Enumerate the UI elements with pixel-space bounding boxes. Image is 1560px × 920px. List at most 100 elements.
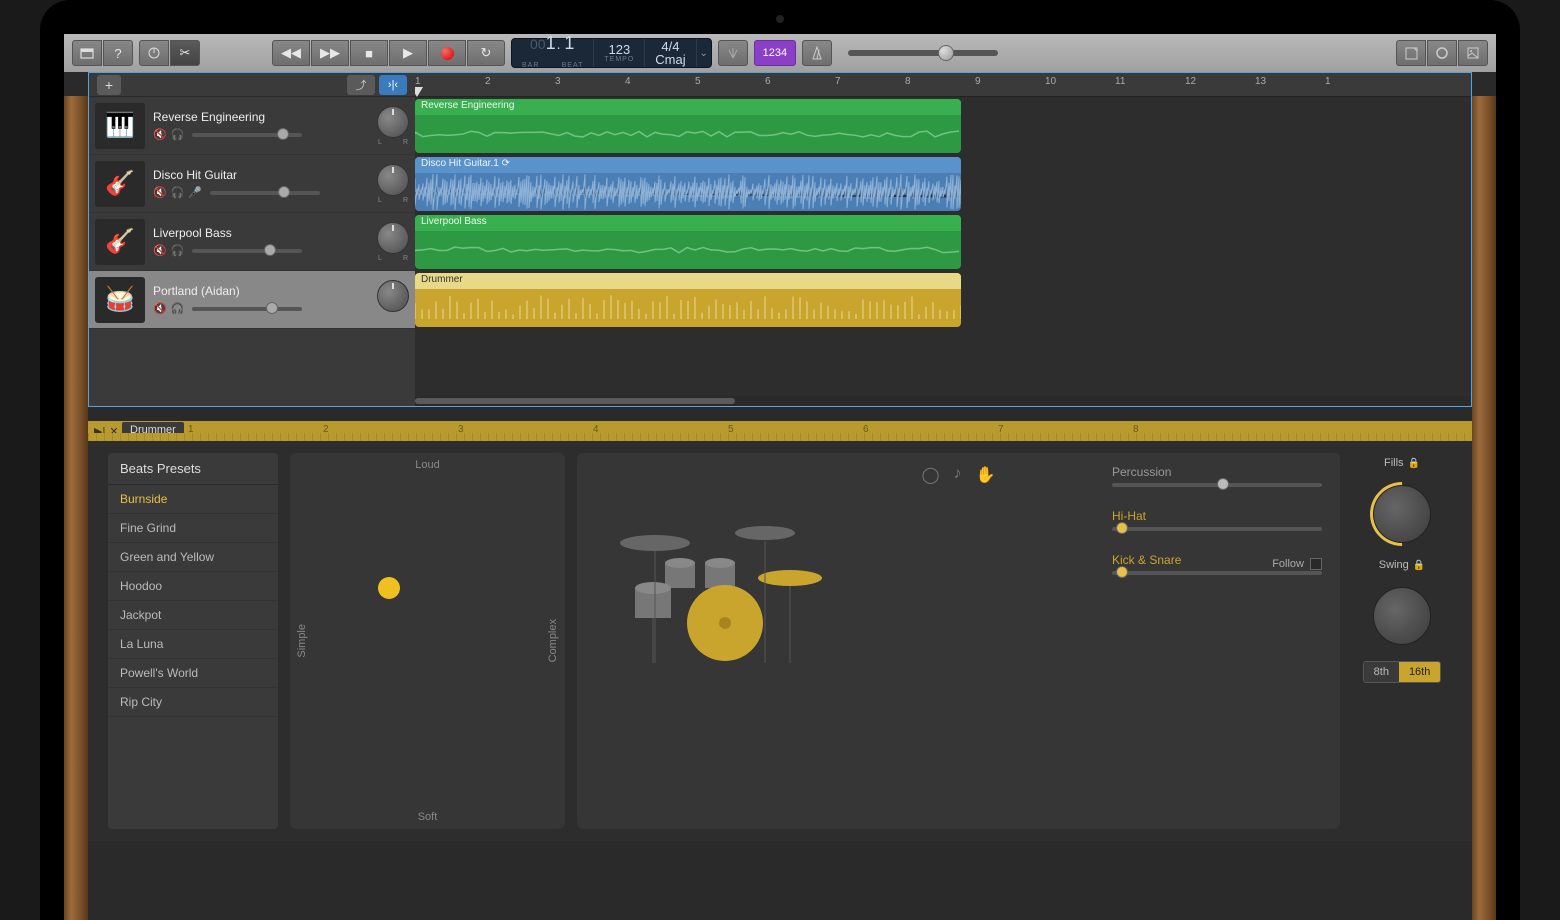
quant-16th[interactable]: 16th xyxy=(1399,662,1440,682)
pan-knob[interactable] xyxy=(377,164,409,196)
xy-pad[interactable]: Loud Soft Simple Complex xyxy=(290,453,565,829)
track-name: Reverse Engineering xyxy=(153,110,369,124)
fills-knob[interactable] xyxy=(1373,485,1431,543)
lcd-key[interactable]: Cmaj xyxy=(655,53,685,66)
track-header[interactable]: 🎹 Reverse Engineering 🔇 🎧 LR xyxy=(89,97,415,155)
track-header[interactable]: 🎸 Disco Hit Guitar 🔇 🎧 🎤 LR xyxy=(89,155,415,213)
preset-item[interactable]: Fine Grind xyxy=(108,514,278,543)
preset-item[interactable]: La Luna xyxy=(108,630,278,659)
ruler-mark: 2 xyxy=(485,76,491,87)
master-volume-slider[interactable] xyxy=(848,50,998,56)
knobs-panel: Fills🔒 Swing🔒 8th 16th xyxy=(1352,453,1452,829)
ruler-mark: 3 xyxy=(555,76,561,87)
loop-browser-button[interactable] xyxy=(1427,40,1457,66)
solo-button[interactable]: 🎧 xyxy=(171,186,185,199)
percussion-slider[interactable] xyxy=(1112,483,1322,487)
metronome-button[interactable] xyxy=(802,40,832,66)
region[interactable]: Reverse Engineering xyxy=(415,99,961,153)
input-monitor-button[interactable]: 🎤 xyxy=(188,186,202,199)
tuner-button[interactable] xyxy=(718,40,748,66)
preset-item[interactable]: Green and Yellow xyxy=(108,543,278,572)
kicksnare-label: Kick & Snare xyxy=(1112,553,1181,567)
preset-item[interactable]: Powell's World xyxy=(108,659,278,688)
preset-item[interactable]: Rip City xyxy=(108,688,278,717)
xy-label-loud: Loud xyxy=(415,459,439,471)
shaker-icon[interactable]: ♪ xyxy=(953,465,961,485)
xy-label-complex: Complex xyxy=(547,619,559,662)
preset-item[interactable]: Burnside xyxy=(108,485,278,514)
pan-knob[interactable] xyxy=(377,280,409,312)
lock-icon[interactable]: 🔒 xyxy=(1408,458,1420,469)
preset-item[interactable]: Jackpot xyxy=(108,601,278,630)
track-headers: + ⤴ ›|‹ 🎹 Reverse Engineering 🔇 🎧 xyxy=(89,73,415,406)
percussion-label: Percussion xyxy=(1112,465,1322,479)
handclap-icon[interactable]: ✋ xyxy=(975,465,995,485)
ruler-mark: 10 xyxy=(1045,76,1056,87)
pan-knob[interactable] xyxy=(377,222,409,254)
follow-checkbox[interactable] xyxy=(1310,558,1322,570)
timeline-area[interactable]: 123456789101112131 Reverse EngineeringDi… xyxy=(415,73,1471,406)
add-track-button[interactable]: + xyxy=(97,75,121,95)
lcd-menu-icon[interactable]: ⌄ xyxy=(697,39,711,67)
ruler-mark: 11 xyxy=(1115,76,1125,87)
region[interactable]: Disco Hit Guitar.1 ⟳ xyxy=(415,157,961,211)
track-volume-slider[interactable] xyxy=(192,307,302,311)
cycle-button[interactable]: ↻ xyxy=(467,40,505,66)
kicksnare-slider[interactable] xyxy=(1112,571,1322,575)
solo-button[interactable]: 🎧 xyxy=(171,302,185,315)
xy-label-simple: Simple xyxy=(296,624,308,658)
mute-button[interactable]: 🔇 xyxy=(153,186,167,199)
playhead-icon[interactable] xyxy=(415,87,423,97)
region-label: Liverpool Bass xyxy=(415,215,961,231)
region-label: Drummer xyxy=(415,273,961,289)
editors-button[interactable]: ✂ xyxy=(170,40,200,66)
ruler-mark: 1 xyxy=(1325,76,1331,87)
track-volume-slider[interactable] xyxy=(192,133,302,137)
region[interactable]: Liverpool Bass xyxy=(415,215,961,269)
pan-knob[interactable] xyxy=(377,106,409,138)
mute-button[interactable]: 🔇 xyxy=(153,128,167,141)
track-header[interactable]: 🎸 Liverpool Bass 🔇 🎧 LR xyxy=(89,213,415,271)
library-button[interactable] xyxy=(72,40,102,66)
mute-button[interactable]: 🔇 xyxy=(153,302,167,315)
mute-button[interactable]: 🔇 xyxy=(153,244,167,257)
solo-button[interactable]: 🎧 xyxy=(171,244,185,257)
automation-toggle[interactable]: ⤴ xyxy=(347,75,375,95)
preset-item[interactable]: Hoodoo xyxy=(108,572,278,601)
lcd-beat: 1 xyxy=(564,34,575,53)
lcd-tempo[interactable]: 123 xyxy=(609,43,631,56)
media-browser-button[interactable] xyxy=(1458,40,1488,66)
catch-playhead-button[interactable]: ›|‹ xyxy=(379,75,407,95)
forward-button[interactable]: ▶▶ xyxy=(311,40,349,66)
camera-dot xyxy=(776,15,784,23)
rewind-button[interactable]: ◀◀ xyxy=(272,40,310,66)
editor-ruler[interactable]: ▶| ✕ Drummer 12345678 xyxy=(88,421,1472,441)
track-header[interactable]: 🥁 Portland (Aidan) 🔇 🎧 LR xyxy=(89,271,415,329)
horizontal-scrollbar[interactable] xyxy=(415,396,1471,406)
region[interactable]: Drummer xyxy=(415,273,961,327)
stop-button[interactable]: ■ xyxy=(350,40,388,66)
notepad-button[interactable] xyxy=(1396,40,1426,66)
swing-knob[interactable] xyxy=(1373,587,1431,645)
play-button[interactable]: ▶ xyxy=(389,40,427,66)
drumkit-graphic[interactable] xyxy=(595,493,835,673)
quant-8th[interactable]: 8th xyxy=(1364,662,1399,682)
smart-controls-button[interactable] xyxy=(139,40,169,66)
solo-button[interactable]: 🎧 xyxy=(171,128,185,141)
quantize-toggle[interactable]: 8th 16th xyxy=(1363,661,1442,683)
count-in-button[interactable]: 1234 xyxy=(754,40,796,66)
lcd-display[interactable]: 001. 1 BAR BEAT 123 TEMPO 4/4 Cmaj ⌄ xyxy=(511,38,712,68)
region-label: Reverse Engineering xyxy=(415,99,961,115)
track-volume-slider[interactable] xyxy=(192,249,302,253)
record-button[interactable] xyxy=(428,40,466,66)
hihat-slider[interactable] xyxy=(1112,527,1322,531)
lock-icon[interactable]: 🔒 xyxy=(1413,560,1425,571)
tambourine-icon[interactable]: ◯ xyxy=(922,465,940,485)
track-volume-slider[interactable] xyxy=(210,191,320,195)
hihat-label: Hi-Hat xyxy=(1112,509,1322,523)
wood-trim-left xyxy=(64,96,88,920)
timeline-ruler[interactable]: 123456789101112131 xyxy=(415,73,1471,97)
xy-puck[interactable] xyxy=(378,577,400,599)
drummer-editor: ▶| ✕ Drummer 12345678 Beats Presets Burn… xyxy=(88,421,1472,841)
help-button[interactable]: ? xyxy=(103,40,133,66)
